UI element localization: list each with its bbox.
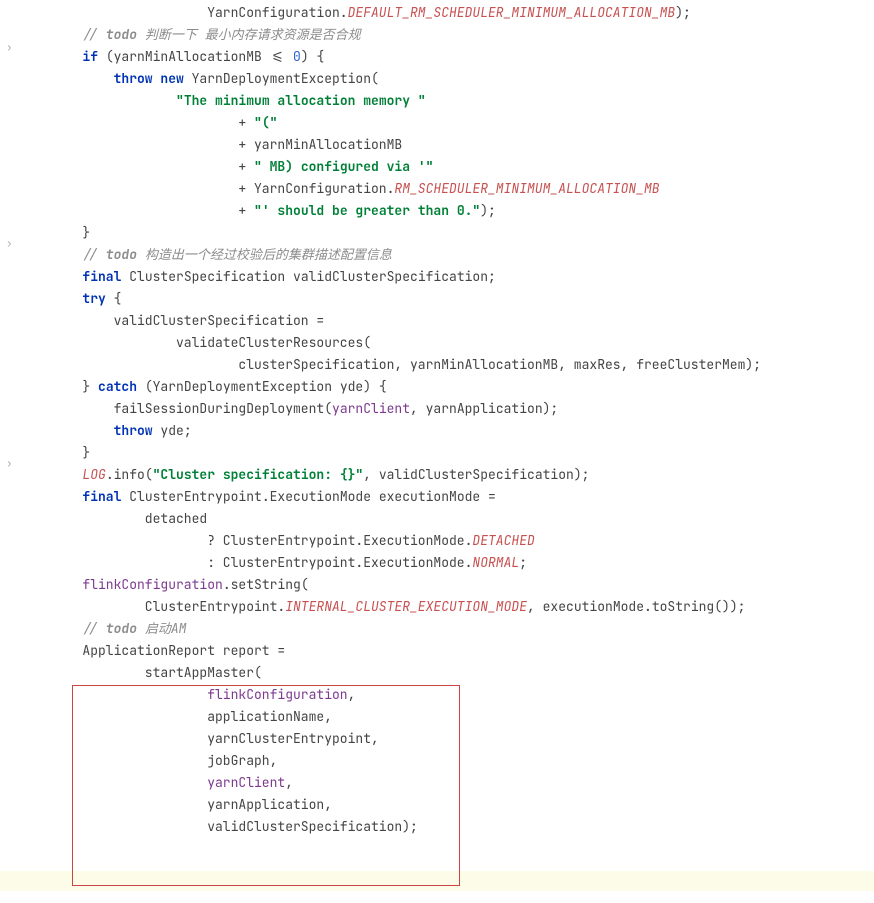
gutter-tick: ›	[6, 453, 13, 475]
code-line: // todo 构造出一个经过校验后的集群描述配置信息	[0, 244, 874, 266]
code-line: detached	[0, 508, 874, 530]
code-line: applicationName,	[0, 706, 874, 728]
highlight-band	[0, 871, 874, 891]
code-line: throw yde;	[0, 420, 874, 442]
code-line: yarnClusterEntrypoint,	[0, 728, 874, 750]
code-line: final ClusterSpecification validClusterS…	[0, 266, 874, 288]
code-line: yarnClient,	[0, 772, 874, 794]
code-line: + "' should be greater than 0.");	[0, 200, 874, 222]
code-line: throw new YarnDeploymentException(	[0, 68, 874, 90]
code-line: + YarnConfiguration.RM_SCHEDULER_MINIMUM…	[0, 178, 874, 200]
code-line: }	[0, 222, 874, 244]
code-line: jobGraph,	[0, 750, 874, 772]
gutter-tick: ›	[6, 37, 13, 59]
code-line: : ClusterEntrypoint.ExecutionMode.NORMAL…	[0, 552, 874, 574]
code-line: LOG.info("Cluster specification: {}", va…	[0, 464, 874, 486]
gutter-tick: ›	[6, 233, 13, 255]
code-line: flinkConfiguration,	[0, 684, 874, 706]
code-line: final ClusterEntrypoint.ExecutionMode ex…	[0, 486, 874, 508]
code-line: ApplicationReport report =	[0, 640, 874, 662]
code-line: validClusterSpecification =	[0, 310, 874, 332]
code-line: failSessionDuringDeployment(yarnClient, …	[0, 398, 874, 420]
code-line: flinkConfiguration.setString(	[0, 574, 874, 596]
code-line: // todo 启动AM	[0, 618, 874, 640]
code-line: try {	[0, 288, 874, 310]
code-line: + yarnMinAllocationMB	[0, 134, 874, 156]
code-line: + " MB) configured via '"	[0, 156, 874, 178]
code-line: "The minimum allocation memory "	[0, 90, 874, 112]
code-line: validateClusterResources(	[0, 332, 874, 354]
code-line: if (yarnMinAllocationMB <= 0) {	[0, 46, 874, 68]
code-line: + "("	[0, 112, 874, 134]
code-line: } catch (YarnDeploymentException yde) {	[0, 376, 874, 398]
code-line: ClusterEntrypoint.INTERNAL_CLUSTER_EXECU…	[0, 596, 874, 618]
code-line: }	[0, 442, 874, 464]
code-line: startAppMaster(	[0, 662, 874, 684]
code-line: YarnConfiguration.DEFAULT_RM_SCHEDULER_M…	[0, 2, 874, 24]
code-editor[interactable]: › › › YarnConfiguration.DEFAULT_RM_SCHED…	[0, 0, 874, 846]
code-line: validClusterSpecification);	[0, 816, 874, 838]
code-line: ? ClusterEntrypoint.ExecutionMode.DETACH…	[0, 530, 874, 552]
code-line: yarnApplication,	[0, 794, 874, 816]
code-line: // todo 判断一下 最小内存请求资源是否合规	[0, 24, 874, 46]
code-line: clusterSpecification, yarnMinAllocationM…	[0, 354, 874, 376]
